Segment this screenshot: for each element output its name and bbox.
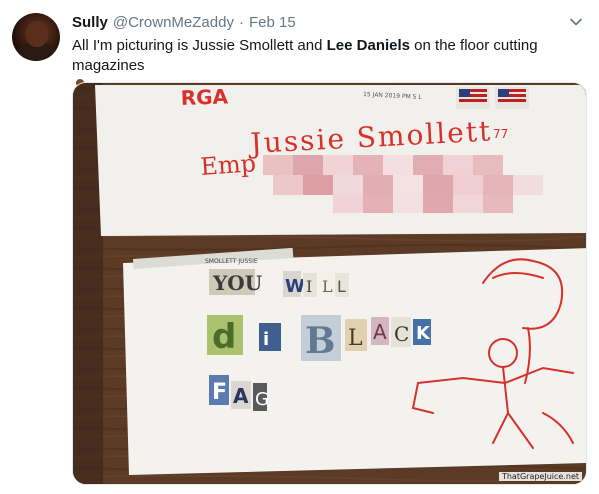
svg-text:F: F [212,380,227,405]
envelope-bottom: SMOLLETT JUSSIE YOU W I L L d i B L A C … [123,247,586,475]
svg-text:B: B [305,320,335,362]
corner-text: RGA [180,84,229,110]
envelope-top: 15 JAN 2019 PM 5 L RGA Jussie Smollett 7… [95,84,586,236]
user-handle[interactable]: @CrownMeZaddy [113,14,234,31]
svg-text:C: C [394,322,409,346]
svg-text:G: G [255,389,269,410]
svg-text:I: I [306,277,312,296]
label-text: SMOLLETT JUSSIE [205,258,258,265]
tweet-text-bold[interactable]: Lee Daniels [327,37,410,54]
tweet-text-part: All I'm picturing is Jussie Smollett and [72,37,327,54]
tweet-date[interactable]: Feb 15 [249,14,296,31]
handwritten-prefix: Emp [199,149,256,181]
svg-text:A: A [233,384,249,408]
avatar[interactable] [12,13,60,61]
svg-text:L: L [322,277,333,296]
avatar-face [26,21,48,47]
display-name[interactable]: Sully [72,14,108,31]
envelopes-photo: 15 JAN 2019 PM 5 L RGA Jussie Smollett 7… [73,83,586,484]
svg-text:L: L [348,326,363,351]
watermark: ThatGrapeJuice.net [498,472,582,481]
tweet-header: Sully @CrownMeZaddy · Feb 15 [72,12,296,32]
svg-text:W: W [285,276,305,297]
tweet-media[interactable]: 15 JAN 2019 PM 5 L RGA Jussie Smollett 7… [72,82,587,485]
handwritten-number: 77 [493,127,508,141]
svg-text:d: d [212,317,236,357]
chevron-down-icon[interactable] [569,15,583,29]
tweet: Sully @CrownMeZaddy · Feb 15 All I'm pic… [0,0,599,494]
svg-text:i: i [263,329,269,350]
svg-text:A: A [373,320,387,344]
svg-text:L: L [337,277,346,296]
separator-dot: · [238,13,244,31]
svg-text:K: K [416,323,431,344]
svg-text:YOU: YOU [212,271,262,295]
